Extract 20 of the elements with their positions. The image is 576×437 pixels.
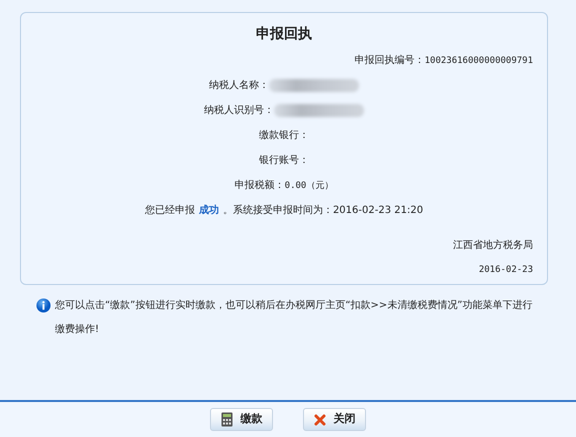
close-icon (314, 414, 326, 426)
receipt-title: 申报回执 (255, 25, 313, 44)
field-label: 纳税人名称： (209, 80, 269, 91)
notice-text: 您可以点击“缴款”按钮进行实时缴款，也可以稍后在办税网厅主页“扣款>>未清缴税费情况”功能菜单下进行缴费操作! (55, 298, 534, 337)
close-button[interactable]: 关闭 (303, 408, 366, 431)
status-time-text: 。系统接受申报时间为：2016-02-23 21:20 (222, 205, 424, 216)
issuer-name: 江西省地方税务局 (452, 238, 533, 253)
field-label: 银行账号： (259, 155, 309, 166)
status-value: 成功 (198, 205, 219, 216)
field-label: 申报税额： (234, 180, 285, 191)
calculator-icon (220, 412, 232, 427)
status-text: 您已经申报 (144, 205, 195, 216)
pay-button[interactable]: 缴款 (210, 408, 273, 431)
field-label: 缴款银行： (259, 130, 309, 141)
field-label: 纳税人识别号： (204, 105, 274, 116)
issue-date: 2016-02-23 (478, 264, 533, 277)
field-label: 申报回执编号： (354, 55, 425, 66)
field-value: 0.00（元） (284, 181, 334, 191)
receipt-number: 10023616000000009791 (424, 56, 533, 66)
info-icon (36, 298, 51, 313)
